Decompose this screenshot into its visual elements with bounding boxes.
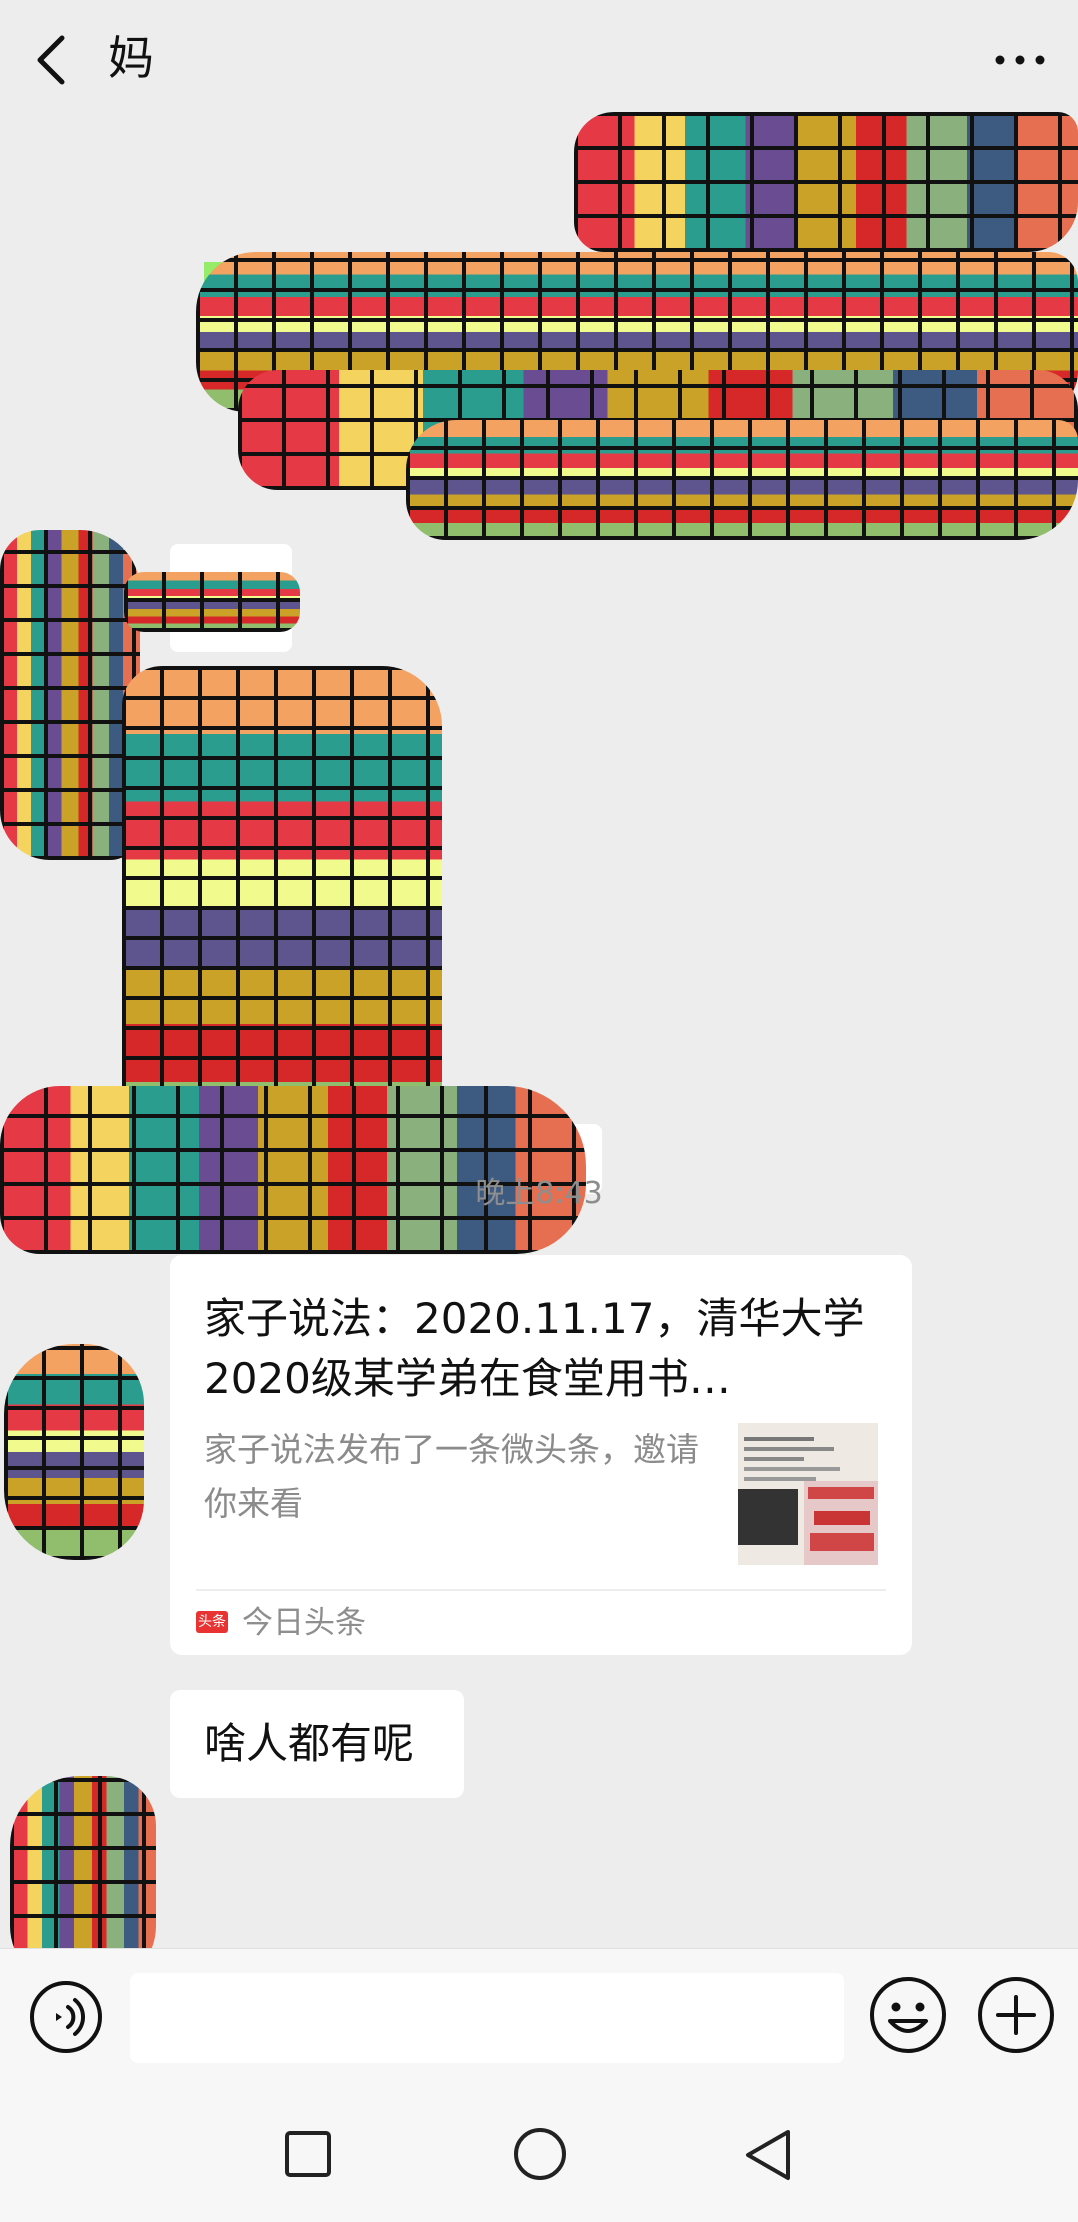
redacted-area <box>406 420 1078 540</box>
home-icon[interactable] <box>512 2126 568 2182</box>
chat-header: 妈 <box>0 0 1078 118</box>
redacted-avatar[interactable] <box>4 1344 144 1560</box>
chat-title: 妈 <box>108 31 154 85</box>
shared-article-card[interactable]: 家子说法：2020.11.17，清华大学2020级某学弟在食堂用书… 家子说法发… <box>170 1255 912 1655</box>
redacted-image-message[interactable] <box>122 666 442 1150</box>
toutiao-logo-icon: 头条 <box>196 1611 228 1633</box>
message-text: 啥人都有呢 <box>204 1719 415 1768</box>
incoming-text-bubble[interactable]: 啥人都有呢 <box>170 1690 464 1798</box>
plus-icon[interactable] <box>976 1975 1056 2055</box>
redacted-avatar <box>0 530 140 860</box>
message-timestamp: 晚上8:43 <box>475 1176 603 1211</box>
voice-input-icon[interactable] <box>28 1979 104 2055</box>
system-navigation-bar <box>0 2084 1078 2222</box>
card-title: 家子说法：2020.11.17，清华大学2020级某学弟在食堂用书… <box>204 1294 865 1403</box>
card-divider <box>196 1589 886 1591</box>
more-dots-icon[interactable] <box>990 40 1050 80</box>
message-input[interactable] <box>130 1973 844 2063</box>
redacted-area <box>124 572 300 632</box>
message-input-bar <box>0 1948 1078 2085</box>
recent-apps-icon[interactable] <box>284 2130 332 2178</box>
redacted-area <box>574 112 1078 252</box>
article-thumbnail <box>738 1423 878 1565</box>
emoji-icon[interactable] <box>868 1975 948 2055</box>
nav-back-icon[interactable] <box>742 2128 794 2182</box>
card-description: 家子说法发布了一条微头条，邀请你来看 <box>204 1430 699 1523</box>
card-source: 今日头条 <box>242 1605 366 1641</box>
back-chevron-icon[interactable] <box>28 30 78 90</box>
